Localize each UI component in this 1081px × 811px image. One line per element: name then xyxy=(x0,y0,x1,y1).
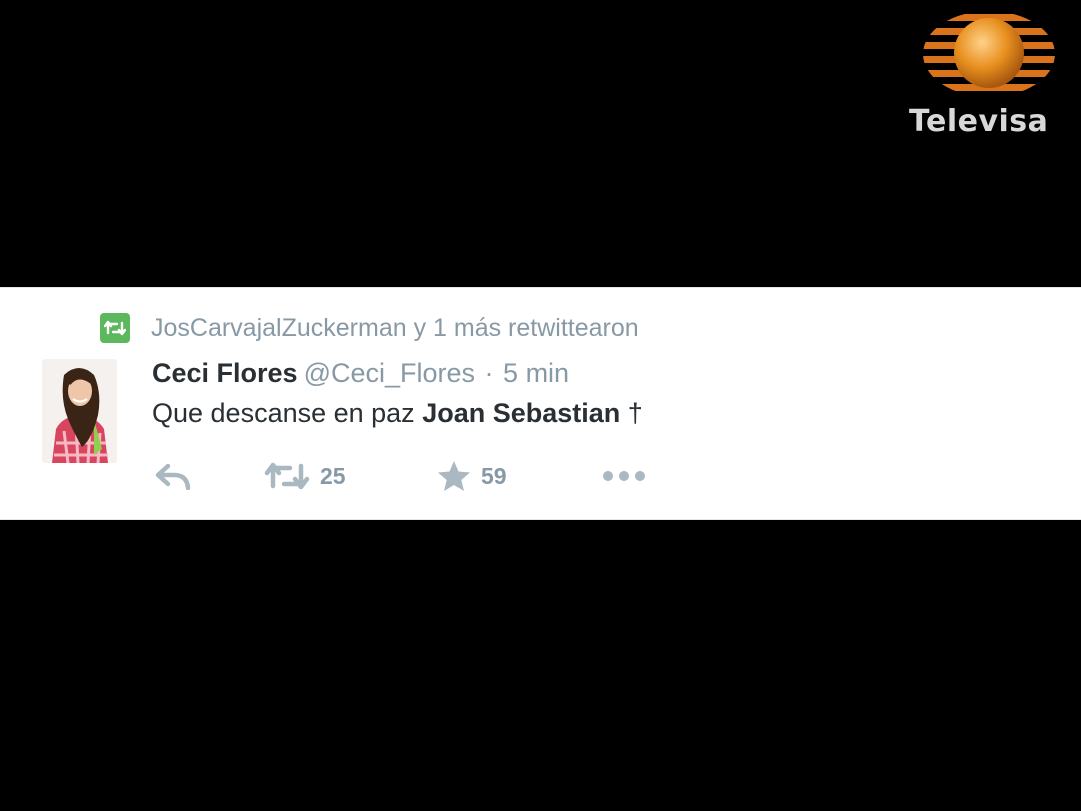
televisa-logo-mark xyxy=(923,14,1055,91)
tweet-card[interactable]: JosCarvajalZuckerman y 1 más retwittearo… xyxy=(0,287,1081,520)
tweet-header: Ceci Flores @Ceci_Flores · 5 min xyxy=(152,358,569,389)
more-icon xyxy=(603,471,645,481)
author-handle[interactable]: @Ceci_Flores xyxy=(304,358,475,388)
header-separator: · xyxy=(484,358,494,388)
tweet-timestamp[interactable]: 5 min xyxy=(503,358,569,388)
favorite-button[interactable]: 59 xyxy=(437,456,507,496)
retweet-button[interactable]: 25 xyxy=(264,456,346,496)
televisa-logo-text: Televisa xyxy=(909,104,1049,139)
televisa-logo: Televisa xyxy=(905,8,1070,139)
tweet-text-suffix: † xyxy=(620,398,643,428)
retweet-badge-icon xyxy=(100,313,130,343)
star-icon xyxy=(438,461,470,491)
more-button[interactable] xyxy=(602,456,646,496)
reply-icon xyxy=(155,463,191,490)
tweet-text: Que descanse en paz Joan Sebastian † xyxy=(152,398,643,429)
retweet-icon xyxy=(264,462,310,490)
avatar[interactable] xyxy=(42,359,117,463)
reply-button[interactable] xyxy=(154,456,192,496)
author-name[interactable]: Ceci Flores xyxy=(152,358,298,388)
favorite-count: 59 xyxy=(481,462,507,489)
tweet-text-prefix: Que descanse en paz xyxy=(152,398,423,428)
tweet-text-bold: Joan Sebastian xyxy=(422,398,621,428)
retweet-context: JosCarvajalZuckerman y 1 más retwittearo… xyxy=(100,313,639,343)
retweet-context-text[interactable]: JosCarvajalZuckerman y 1 más retwittearo… xyxy=(151,314,639,343)
retweet-count: 25 xyxy=(320,462,346,489)
